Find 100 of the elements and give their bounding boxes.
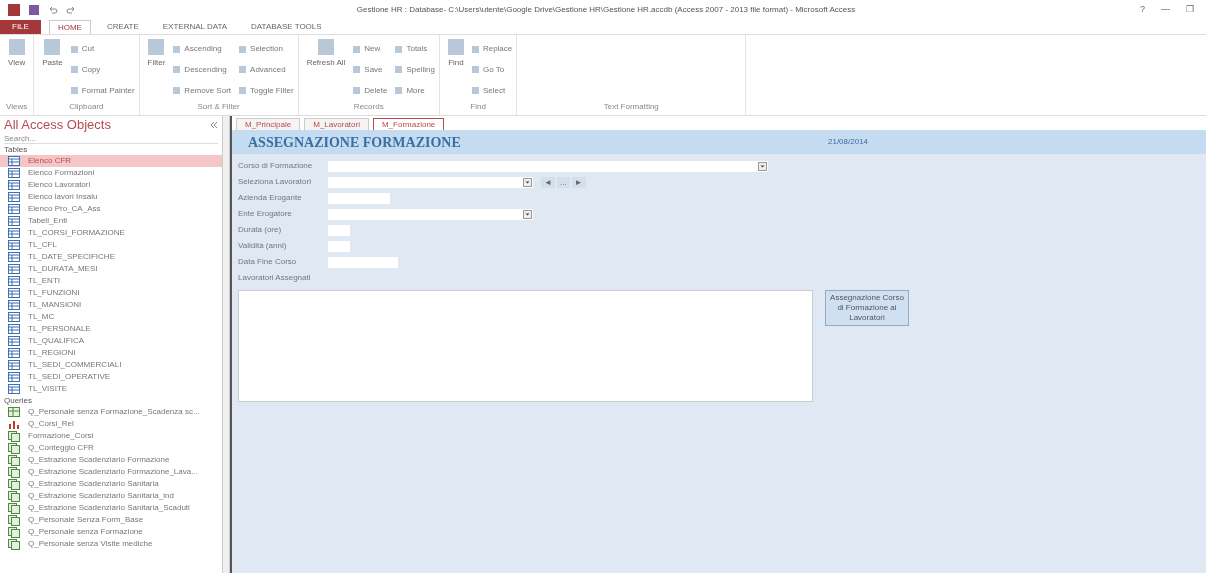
table-icon <box>8 336 20 346</box>
nav-item[interactable]: TL_REGIONI <box>0 347 222 359</box>
nav-item[interactable]: Q_Corsi_Rel <box>0 418 222 430</box>
ribbon-small-button[interactable]: Replace <box>471 39 513 60</box>
nav-item[interactable]: Formazione_Corsi <box>0 430 222 442</box>
dropdown-icon[interactable] <box>523 177 532 187</box>
ribbon-tab[interactable]: CREATE <box>98 20 147 34</box>
nav-item[interactable]: Q_Estrazione Scadenziario Sanitaria_ind <box>0 490 222 502</box>
dropdown-icon[interactable] <box>758 161 767 171</box>
ribbon-tab[interactable]: EXTERNAL DATA <box>154 20 236 34</box>
nav-item[interactable]: Q_Personale Senza Form_Base <box>0 514 222 526</box>
nav-item[interactable]: Tabell_Enti <box>0 215 222 227</box>
save-icon[interactable] <box>28 4 40 16</box>
nav-item[interactable]: TL_QUALIFICA <box>0 335 222 347</box>
scrollbar[interactable] <box>222 116 230 573</box>
nav-item[interactable]: Q_Estrazione Scadenziario Sanitaria_Scaduti <box>0 502 222 514</box>
nav-item[interactable]: TL_PERSONALE <box>0 323 222 335</box>
nav-item[interactable]: Q_Estrazione Scadenziario Sanitaria <box>0 478 222 490</box>
nav-section-header[interactable]: Queries <box>4 394 32 407</box>
dropdown-icon[interactable] <box>523 209 532 219</box>
nav-item[interactable]: TL_CORSI_FORMAZIONE <box>0 227 222 239</box>
record-nav-button[interactable]: ► <box>571 176 586 188</box>
nav-item[interactable]: TL_DURATA_MESI <box>0 263 222 275</box>
ribbon-small-button[interactable]: Toggle Filter <box>239 80 294 101</box>
ribbon-small-button[interactable]: Spelling <box>395 59 435 81</box>
ribbon-small-button[interactable]: Ascending <box>173 39 232 60</box>
window-control[interactable]: ❐ <box>1182 3 1198 17</box>
search-field[interactable]: Search... <box>4 133 218 144</box>
nav-item[interactable]: Q_Personale senza Formazione_Scadenza sc... <box>0 406 222 418</box>
input-field[interactable] <box>328 256 398 268</box>
ribbon-small-button[interactable]: Format Painter <box>70 80 135 101</box>
nav-item[interactable]: TL_ENTI <box>0 275 222 287</box>
ribbon-large-button[interactable]: Refresh All <box>302 39 350 101</box>
list-box[interactable] <box>238 290 813 402</box>
nav-item[interactable]: TL_VISITE <box>0 383 222 395</box>
query-icon <box>8 478 20 490</box>
ribbon-small-button[interactable]: Copy <box>70 59 135 81</box>
nav-pane-title: All Access Objects <box>4 116 111 134</box>
nav-item[interactable]: Elenco lavori Insalu <box>0 191 222 203</box>
nav-item[interactable]: TL_DATE_SPECIFICHE <box>0 251 222 263</box>
nav-item[interactable]: Elenco CFR <box>0 155 222 167</box>
combo-box[interactable] <box>328 160 768 172</box>
ribbon-small-button[interactable]: Selection <box>239 39 294 60</box>
ribbon-small-button[interactable]: More <box>395 80 435 101</box>
redo-icon[interactable] <box>66 5 76 15</box>
ribbon-small-button[interactable]: New <box>353 39 388 60</box>
ribbon-small-button[interactable]: Totals <box>395 39 435 60</box>
nav-item[interactable]: Q_Estrazione Scadenziario Formazione <box>0 454 222 466</box>
ribbon-group-label: Text Formatting <box>602 101 660 113</box>
chevron-icon[interactable] <box>210 120 218 129</box>
nav-item[interactable]: Q_Personale senza Formazione <box>0 526 222 538</box>
ribbon-small-button[interactable]: Go To <box>471 59 513 81</box>
nav-item[interactable]: TL_CFL <box>0 239 222 251</box>
query-icon <box>8 502 20 514</box>
window-control[interactable]: ? <box>1136 3 1149 17</box>
nav-item[interactable]: TL_FUNZIONI <box>0 287 222 299</box>
nav-item[interactable]: TL_SEDI_OPERATIVE <box>0 371 222 383</box>
nav-item[interactable]: TL_MANSIONI <box>0 299 222 311</box>
file-tab[interactable]: FILE <box>0 20 41 34</box>
document-tab[interactable]: M_Lavoratori <box>304 118 369 130</box>
nav-section-header[interactable]: Tables <box>4 143 28 156</box>
ribbon-small-button[interactable]: Remove Sort <box>173 80 232 101</box>
nav-item[interactable]: Elenco Formazioni <box>0 167 222 179</box>
nav-item[interactable]: Q_Conteggio CFR <box>0 442 222 454</box>
input-field[interactable] <box>328 224 350 236</box>
table-icon <box>8 312 20 322</box>
table-icon <box>8 240 20 250</box>
undo-icon[interactable] <box>48 5 58 15</box>
input-field[interactable] <box>328 240 350 252</box>
ribbon-small-button[interactable]: Cut <box>70 39 135 60</box>
input-field[interactable] <box>328 192 390 204</box>
nav-item[interactable]: Elenco Pro_CA_Ass <box>0 203 222 215</box>
record-nav-button[interactable]: ◄ <box>541 176 555 188</box>
ribbon-small-button[interactable]: Advanced <box>239 59 294 81</box>
ribbon-small-button[interactable]: Delete <box>353 80 388 101</box>
ribbon-group-label: Sort & Filter <box>196 101 241 113</box>
combo-box[interactable] <box>328 176 533 188</box>
assign-button[interactable]: Assegnazione Corso di Formazione ai Lavoratori <box>825 290 909 326</box>
ribbon-tab[interactable]: HOME <box>48 20 91 34</box>
table-icon <box>8 360 20 370</box>
nav-item[interactable]: Q_Estrazione Scadenziario Formazione_Lava... <box>0 466 222 478</box>
document-tab[interactable]: M_Formazione <box>372 118 445 130</box>
document-tab[interactable]: M_Principale <box>236 118 301 130</box>
ribbon-small-button[interactable]: Descending <box>173 59 232 81</box>
nav-item[interactable]: Elenco Lavoratori <box>0 179 222 191</box>
app-icon <box>8 4 20 16</box>
ribbon-large-button[interactable]: Filter <box>143 39 170 101</box>
ribbon-large-button[interactable]: View <box>4 39 30 101</box>
nav-item[interactable]: Q_Personale senza Visite mediche <box>0 538 222 550</box>
ribbon-tab[interactable]: DATABASE TOOLS <box>243 20 330 34</box>
record-nav-button[interactable]: ... <box>556 176 570 188</box>
ribbon-large-button[interactable]: Paste <box>38 39 67 101</box>
window-control[interactable]: — <box>1157 3 1174 17</box>
query-icon <box>8 442 20 454</box>
ribbon-small-button[interactable]: Save <box>353 59 388 81</box>
combo-box[interactable] <box>328 208 533 220</box>
nav-item[interactable]: TL_MC <box>0 311 222 323</box>
ribbon-large-button[interactable]: Find <box>443 39 468 101</box>
nav-item[interactable]: TL_SEDI_COMMERCIALI <box>0 359 222 371</box>
ribbon-small-button[interactable]: Select <box>471 80 513 101</box>
